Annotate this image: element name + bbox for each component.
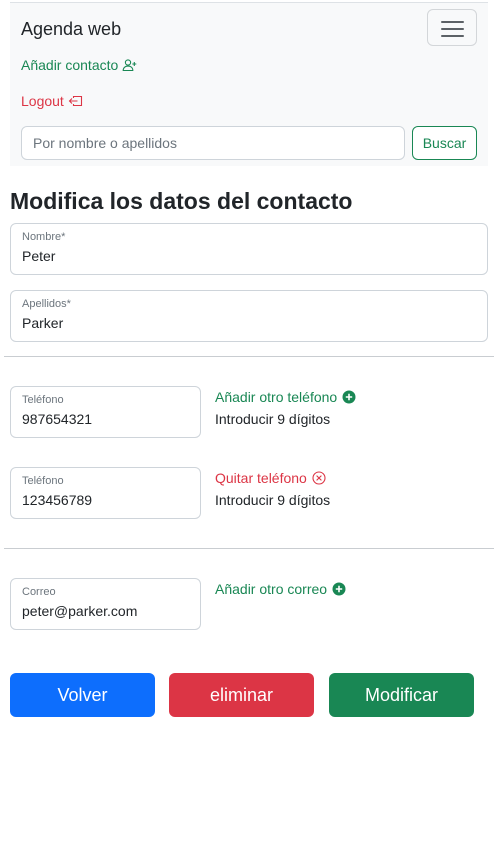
- apellidos-value: Parker: [22, 315, 64, 331]
- email-value: peter@parker.com: [22, 603, 138, 619]
- divider: [4, 356, 494, 357]
- person-plus-icon: [122, 58, 137, 72]
- divider: [4, 548, 494, 549]
- remove-phone-label: Quitar teléfono: [215, 470, 307, 486]
- apellidos-label: Apellidos*: [22, 298, 71, 310]
- apellidos-field[interactable]: Apellidos* Parker: [10, 290, 488, 342]
- email-field[interactable]: Correo peter@parker.com: [10, 578, 201, 630]
- add-contact-link[interactable]: Añadir contacto: [21, 57, 137, 73]
- x-circle-icon: [312, 471, 326, 485]
- phone-field-1[interactable]: Teléfono 987654321: [10, 386, 201, 438]
- logout-label: Logout: [21, 93, 64, 109]
- nombre-label: Nombre*: [22, 231, 66, 243]
- modify-button[interactable]: Modificar: [329, 673, 474, 717]
- phone-label: Teléfono: [22, 394, 64, 406]
- navbar-brand[interactable]: Agenda web: [21, 19, 121, 40]
- add-contact-label: Añadir contacto: [21, 57, 119, 73]
- logout-link[interactable]: Logout: [21, 93, 83, 109]
- box-arrow-left-icon: [68, 95, 83, 108]
- phone-hint: Introducir 9 dígitos: [215, 492, 331, 508]
- delete-button[interactable]: eliminar: [169, 673, 314, 717]
- navbar: Agenda web Añadir contacto Logout Buscar: [10, 2, 488, 166]
- add-email-label: Añadir otro correo: [215, 581, 328, 597]
- add-phone-link[interactable]: Añadir otro teléfono: [215, 389, 356, 405]
- plus-circle-fill-icon: [342, 390, 356, 404]
- search-input[interactable]: [21, 126, 405, 160]
- email-label: Correo: [22, 586, 56, 598]
- nombre-field[interactable]: Nombre* Peter: [10, 223, 488, 275]
- search-button[interactable]: Buscar: [412, 126, 477, 160]
- nombre-value: Peter: [22, 248, 56, 264]
- remove-phone-link[interactable]: Quitar teléfono: [215, 470, 326, 486]
- phone-field-2[interactable]: Teléfono 123456789: [10, 467, 201, 519]
- phone-label: Teléfono: [22, 475, 64, 487]
- back-button[interactable]: Volver: [10, 673, 155, 717]
- phone-value: 987654321: [22, 411, 93, 427]
- phone-value: 123456789: [22, 492, 93, 508]
- menu-toggle-button[interactable]: [427, 9, 477, 46]
- plus-circle-fill-icon: [332, 582, 346, 596]
- add-email-link[interactable]: Añadir otro correo: [215, 581, 346, 597]
- phone-hint: Introducir 9 dígitos: [215, 411, 331, 427]
- page-title: Modifica los datos del contacto: [10, 188, 353, 214]
- add-phone-label: Añadir otro teléfono: [215, 389, 338, 405]
